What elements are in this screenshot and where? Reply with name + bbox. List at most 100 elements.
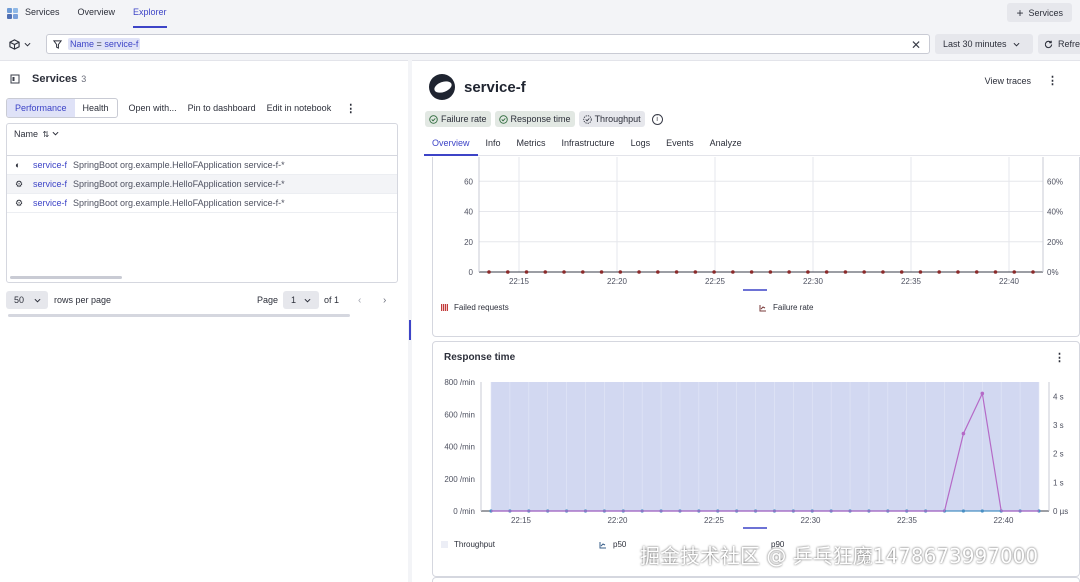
more-options-icon[interactable]: ⋮ (345, 102, 356, 115)
bar-swatch-icon (441, 304, 448, 311)
failure-rate-point (731, 270, 735, 274)
legend-label: Throughput (454, 540, 495, 549)
page-label: Page (257, 295, 279, 305)
page-select[interactable]: 1 (283, 291, 319, 309)
legend-p50[interactable]: p50 (599, 540, 626, 549)
p90-point (961, 431, 966, 436)
response-time-label: Response time (510, 114, 571, 124)
funnel-icon (53, 39, 62, 49)
p50-point (980, 509, 984, 513)
failure-rate-point (580, 270, 585, 274)
tab-metrics[interactable]: Metrics (509, 134, 554, 155)
throughput-label: Throughput (594, 114, 641, 124)
open-with-button[interactable]: Open with... (129, 103, 177, 113)
y2-tick-label: 4 s (1053, 392, 1064, 401)
tab-analyze[interactable]: Analyze (702, 134, 750, 155)
services-title: Services (32, 73, 78, 85)
name-column-header[interactable]: Name ⇅ (7, 124, 397, 156)
info-icon[interactable]: i (651, 113, 663, 125)
edit-in-notebook-button[interactable]: Edit in notebook (267, 103, 332, 113)
response-time-chart[interactable]: 0 /min 200 /min 400 /min 600 /min 800 /min 0 … (433, 370, 1080, 560)
nav-tab-services[interactable]: Services (25, 0, 60, 28)
tab-events[interactable]: Events (658, 134, 702, 155)
tab-logs[interactable]: Logs (623, 134, 659, 155)
services-list-panel: Services 3 Performance Health Open with.… (0, 60, 408, 582)
y2-tick-label: 40% (1047, 208, 1063, 217)
x-tick-label: 22:35 (901, 277, 922, 286)
throughput-badge[interactable]: Throughput (578, 111, 645, 127)
list-toolbar: Performance Health Open with... Pin to d… (6, 98, 356, 118)
panel-resize-handle[interactable] (409, 320, 411, 340)
service-description: SpringBoot org.example.HelloFApplication… (73, 160, 285, 170)
filter-token[interactable]: Name = service-f (68, 38, 141, 50)
nav-tab-overview[interactable]: Overview (78, 0, 116, 28)
failure-rate-point (618, 270, 623, 274)
service-link[interactable]: service-f (33, 198, 67, 208)
check-circle-icon (498, 114, 508, 124)
failure-rate-point (487, 270, 491, 274)
failure-rate-point (824, 270, 829, 274)
p50-point (961, 509, 966, 513)
legend-failed-requests[interactable]: Failed requests (441, 303, 509, 312)
service-link[interactable]: service-f (33, 160, 67, 170)
tab-infrastructure[interactable]: Infrastructure (554, 134, 623, 155)
y-tick-label: 0 /min (453, 507, 475, 516)
service-title: service-f (464, 78, 526, 96)
legend-throughput[interactable]: Throughput (441, 540, 495, 549)
x-tick-label: 22:15 (511, 516, 532, 525)
filter-input[interactable]: Name = service-f ✕ (46, 34, 930, 54)
collapse-panel-icon[interactable] (10, 74, 20, 84)
entity-type-dropdown[interactable] (2, 33, 38, 55)
legend-failure-rate[interactable]: Failure rate (759, 303, 813, 312)
panel-horizontal-scrollbar[interactable] (8, 314, 350, 317)
refresh-label: Refre (1058, 39, 1080, 49)
more-options-icon[interactable]: ⋮ (1047, 74, 1058, 87)
performance-tab[interactable]: Performance (7, 99, 75, 117)
services-app-icon (7, 8, 19, 20)
previous-page-icon[interactable]: ‹ (358, 295, 361, 306)
service-link[interactable]: service-f (33, 179, 67, 189)
services-table: Name ⇅ ◐ service-f SpringBoot org.exampl… (6, 123, 398, 283)
sort-icon[interactable]: ⇅ (43, 130, 50, 139)
add-services-button[interactable]: + Services (1007, 3, 1072, 22)
x-tick-label: 22:30 (803, 277, 824, 286)
response-time-badge[interactable]: Response time (494, 111, 575, 127)
rows-per-page-select[interactable]: 50 (6, 291, 48, 309)
check-circle-icon (429, 114, 438, 124)
view-traces-button[interactable]: View traces (985, 76, 1031, 86)
refresh-button[interactable]: Refre (1038, 34, 1080, 54)
refresh-icon (1044, 40, 1053, 48)
health-tab[interactable]: Health (75, 99, 117, 117)
next-page-icon[interactable]: › (383, 295, 386, 306)
area-swatch-icon (441, 541, 448, 548)
timeframe-selector[interactable]: Last 30 minutes (935, 34, 1033, 54)
chevron-down-icon[interactable] (52, 130, 59, 137)
chevron-down-icon (1013, 42, 1020, 47)
tab-info[interactable]: Info (478, 134, 509, 155)
table-row[interactable]: ⚙ service-f SpringBoot org.example.Hello… (7, 194, 397, 213)
table-row[interactable]: ◐ service-f SpringBoot org.example.Hello… (7, 156, 397, 175)
failure-rate-point (524, 270, 529, 274)
clear-filter-icon[interactable]: ✕ (911, 38, 921, 52)
failure-rate-point (843, 270, 848, 274)
table-row[interactable]: ⚙ service-f SpringBoot org.example.Hello… (7, 175, 397, 194)
failures-chart[interactable]: 0 0% 20 20% 40 40% 60 60% 22:15 22:20 22:25 22:30 22… (433, 157, 1080, 297)
line-chart-icon (599, 541, 606, 548)
y2-tick-label: 0% (1047, 268, 1059, 277)
table-horizontal-scrollbar[interactable] (10, 276, 122, 279)
more-options-icon[interactable]: ⋮ (1054, 351, 1065, 364)
view-segmented-control: Performance Health (6, 98, 118, 118)
throughput-area (491, 382, 1039, 511)
plus-icon: + (1016, 5, 1024, 20)
x-tick-label: 22:15 (509, 277, 530, 286)
failure-rate-badge[interactable]: Failure rate (425, 111, 491, 127)
failure-rate-point (637, 270, 641, 274)
nav-tab-explorer[interactable]: Explorer (133, 0, 167, 28)
failure-rate-point (1031, 270, 1035, 274)
x-tick-label: 22:30 (800, 516, 821, 525)
pin-to-dashboard-button[interactable]: Pin to dashboard (188, 103, 256, 113)
p90-point (980, 391, 985, 396)
spring-boot-logo-icon (429, 74, 455, 100)
y2-tick-label: 1 s (1053, 478, 1064, 487)
tab-overview[interactable]: Overview (424, 134, 478, 156)
